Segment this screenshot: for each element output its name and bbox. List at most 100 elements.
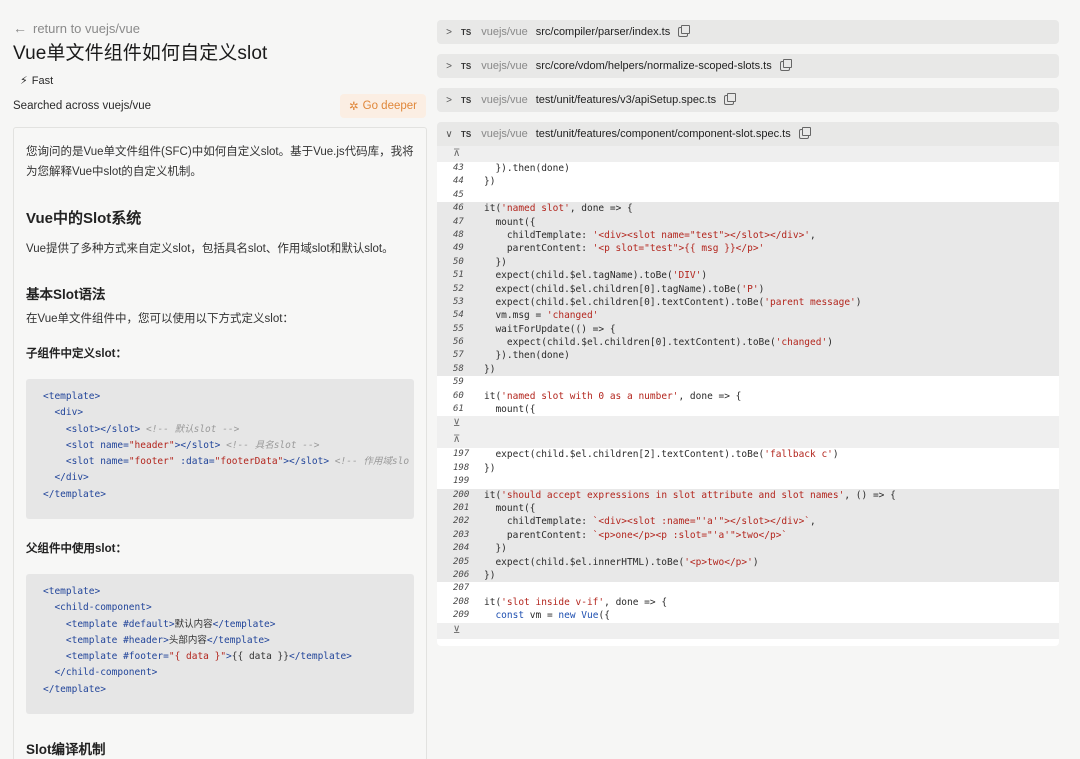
expand-down-icon[interactable]: ⊻ xyxy=(437,622,1059,639)
line-number: 46 xyxy=(453,203,464,214)
file-path: src/compiler/parser/index.ts xyxy=(535,26,671,38)
file-row[interactable]: > TS vuejs/vue src/compiler/parser/index… xyxy=(437,20,1059,44)
code-line: <template #default>默认内容</template> xyxy=(65,618,276,630)
line-number: 199 xyxy=(453,476,470,487)
line-number: 49 xyxy=(453,243,464,254)
file-repo: vuejs/vue xyxy=(481,26,528,38)
line-code: expect(child.$el.tagName).toBe('DIV') xyxy=(484,270,708,282)
bolt-icon: ⚡︎ xyxy=(20,75,28,87)
file-row[interactable]: > TS vuejs/vue src/core/vdom/helpers/nor… xyxy=(437,54,1059,78)
code-block-child: <template> <div> <slot></slot> <!-- 默认sl… xyxy=(26,379,414,519)
code-line: <slot></slot> <!-- 默认slot --> xyxy=(65,423,240,435)
line-code: mount({ xyxy=(484,216,536,228)
file-row-expanded[interactable]: ∨ TS vuejs/vue test/unit/features/compon… xyxy=(437,122,1059,146)
line-number: 61 xyxy=(453,404,464,415)
code-line: 47 mount({ xyxy=(437,215,1059,229)
answer-card: 您询问的是Vue单文件组件(SFC)中如何自定义slot。基于Vue.js代码库… xyxy=(13,127,427,759)
line-number: 206 xyxy=(453,569,470,580)
line-number: 208 xyxy=(453,596,470,607)
heading-compile: Slot编译机制 xyxy=(26,742,106,757)
expand-up-icon[interactable]: ⊼ xyxy=(437,146,1059,162)
line-code: mount({ xyxy=(484,502,536,514)
code-viewer: ⊼ 43 }).then(done) 44}) 45 46 it('named slot'… xyxy=(437,146,1059,646)
code-line: 52 expect(child.$el.children[0].tagName)… xyxy=(437,282,1059,296)
mode-label: Fast xyxy=(31,74,54,87)
line-code: waitForUpdate(() => { xyxy=(484,323,616,335)
code-line: 199 xyxy=(437,475,1059,488)
line-code: expect(child.$el.innerHTML).toBe('<p>two… xyxy=(484,556,759,568)
line-code: childTemplate: `<div><slot :name="'a'"><… xyxy=(484,516,816,528)
code-line: 46 it('named slot', done => { xyxy=(437,202,1059,216)
line-code: it('slot inside v-if', done => { xyxy=(484,596,668,608)
heading-child-slot: 子组件中定义slot： xyxy=(26,348,127,360)
code-line: </div> xyxy=(54,472,89,484)
line-number: 48 xyxy=(453,229,464,240)
expand-down-icon[interactable]: ⊻ xyxy=(437,416,1059,433)
return-link[interactable]: ← return to vuejs/vue xyxy=(13,20,140,36)
file-row[interactable]: > TS vuejs/vue test/unit/features/v3/api… xyxy=(437,88,1059,112)
code-line: 207 xyxy=(437,582,1059,595)
line-code: it('named slot with 0 as a number', done… xyxy=(484,390,742,402)
chevron-down-icon: ∨ xyxy=(445,128,453,140)
search-scope: Searched across vuejs/vue xyxy=(13,100,152,112)
line-number: 197 xyxy=(453,449,470,460)
line-number: 202 xyxy=(453,516,470,527)
line-number: 201 xyxy=(453,502,470,513)
code-line: </child-component> xyxy=(54,667,158,679)
code-line: 205 expect(child.$el.innerHTML).toBe('<p… xyxy=(437,555,1059,569)
code-line: 198}) xyxy=(437,462,1059,475)
code-line: <child-component> xyxy=(54,602,152,614)
line-code: mount({ xyxy=(484,404,536,416)
code-line: 209 const vm = new Vue({ xyxy=(437,609,1059,622)
code-line: 58}) xyxy=(437,362,1059,377)
copy-icon[interactable] xyxy=(798,127,811,139)
line-code: }).then(done) xyxy=(484,350,570,362)
line-code: }) xyxy=(484,256,507,268)
code-line: 204 }) xyxy=(437,542,1059,556)
code-line: 208 it('slot inside v-if', done => { xyxy=(437,596,1059,609)
code-line: 200 it('should accept expressions in slot… xyxy=(437,488,1059,502)
answer-intro-line2: 为您解释Vue中slot的自定义机制。 xyxy=(26,166,202,178)
typescript-icon: TS xyxy=(461,27,472,37)
answer-panel: ← return to vuejs/vue Vue单文件组件如何自定义slot … xyxy=(0,0,430,759)
code-line: <div> xyxy=(54,407,84,419)
code-line: <slot name="footer" :data="footerData"><… xyxy=(65,456,410,468)
line-number: 198 xyxy=(453,462,470,473)
line-code: expect(child.$el.children[0].tagName).to… xyxy=(484,283,765,295)
copy-icon[interactable] xyxy=(724,93,737,105)
line-code: }) xyxy=(484,363,496,375)
code-line: 53 expect(child.$el.children[0].textCont… xyxy=(437,295,1059,310)
code-line: </template> xyxy=(43,488,106,500)
code-line: 51 expect(child.$el.tagName).toBe('DIV') xyxy=(437,269,1059,283)
code-line: 44}) xyxy=(437,175,1059,188)
copy-icon[interactable] xyxy=(779,59,792,71)
line-code: }) xyxy=(484,462,496,474)
line-number: 52 xyxy=(453,283,464,294)
line-number: 47 xyxy=(453,216,464,227)
code-line: 61 mount({ xyxy=(437,403,1059,416)
typescript-icon: TS xyxy=(461,95,472,105)
file-path: test/unit/features/v3/apiSetup.spec.ts xyxy=(535,94,717,106)
line-number: 45 xyxy=(453,189,464,200)
mode-badge: ⚡︎ Fast xyxy=(20,74,54,88)
copy-icon[interactable] xyxy=(678,25,691,37)
line-number: 60 xyxy=(453,390,464,401)
line-number: 200 xyxy=(453,489,470,500)
expand-up-icon[interactable]: ⊼ xyxy=(437,432,1059,449)
code-line: 60 it('named slot with 0 as a number', do… xyxy=(437,390,1059,403)
heading-slot-system: Vue中的Slot系统 xyxy=(26,210,142,227)
code-line: <template> xyxy=(43,391,101,402)
line-code: expect(child.$el.children[0].textContent… xyxy=(484,296,862,308)
answer-intro-line1: 您询问的是Vue单文件组件(SFC)中如何自定义slot。基于Vue.js代码库… xyxy=(26,146,414,158)
go-deeper-button[interactable]: ✲ Go deeper xyxy=(340,94,426,118)
code-line: 55 waitForUpdate(() => { xyxy=(437,322,1059,337)
line-code: vm.msg = 'changed' xyxy=(484,310,599,322)
code-line: 43 }).then(done) xyxy=(437,162,1059,175)
line-number: 209 xyxy=(453,610,470,621)
line-number: 207 xyxy=(453,583,470,594)
code-line: 50 }) xyxy=(437,255,1059,270)
code-line: <slot name="header"></slot> <!-- 具名slot … xyxy=(65,439,320,451)
file-repo: vuejs/vue xyxy=(481,128,528,140)
